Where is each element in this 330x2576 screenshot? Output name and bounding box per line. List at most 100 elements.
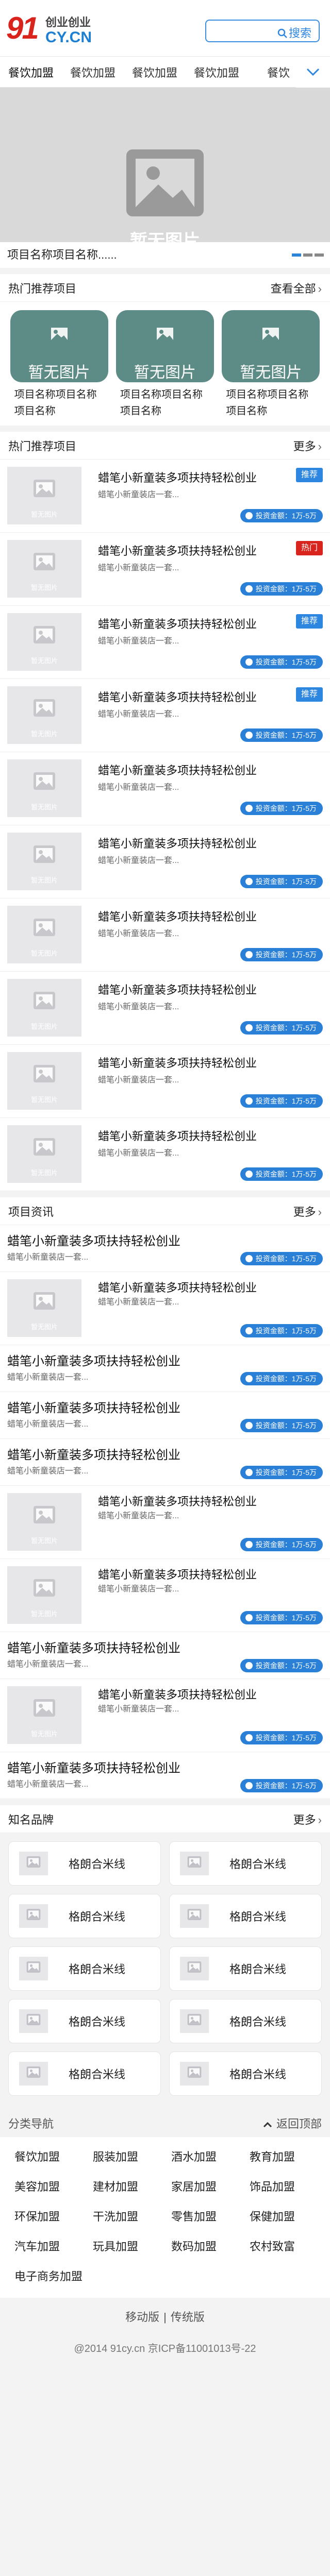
search-box[interactable]: 搜索 xyxy=(205,20,320,42)
category-nav-link[interactable]: 服装加盟 xyxy=(86,2142,164,2172)
news-list: 蜡笔小新童装多项扶持轻松创业 蜡笔小新童装店一套... 投资金额：1万-5万 暂… xyxy=(0,1225,330,1799)
hot-project-card[interactable]: 暂无图片 项目名称项目名称项目名称 xyxy=(10,310,108,419)
news-item[interactable]: 蜡笔小新童装多项扶持轻松创业 蜡笔小新童装店一套... 投资金额：1万-5万 xyxy=(0,1632,330,1679)
brand-card[interactable]: 格朗合米线 xyxy=(169,2052,322,2096)
brand-name: 格朗合米线 xyxy=(69,1858,126,1871)
category-tab[interactable]: 餐饮加盟 xyxy=(186,64,248,80)
money-icon xyxy=(245,585,253,592)
more-arrow-icon: › xyxy=(318,1205,322,1218)
image-placeholder-icon xyxy=(187,2066,202,2078)
category-tab[interactable]: 餐饮加盟 xyxy=(124,64,186,80)
category-nav-link[interactable]: 干洗加盟 xyxy=(86,2202,164,2232)
brand-card[interactable]: 格朗合米线 xyxy=(169,1841,322,1886)
news-title: 蜡笔小新童装多项扶持轻松创业 xyxy=(98,1281,257,1294)
brand-name: 格朗合米线 xyxy=(69,1910,126,1923)
project-list-item[interactable]: 暂无图片 蜡笔小新童装多项扶持轻松创业 推荐 蜡笔小新童装店一套... 投资金额… xyxy=(0,679,330,752)
investment-tag: 投资金额：1万-5万 xyxy=(240,1167,323,1181)
money-icon xyxy=(245,1614,253,1621)
category-nav-link[interactable]: 家居加盟 xyxy=(164,2172,242,2202)
project-description: 蜡笔小新童装店一套... xyxy=(98,783,179,792)
hot-more-link[interactable]: 查看全部 › xyxy=(271,280,322,296)
category-nav-link[interactable]: 建材加盟 xyxy=(86,2172,164,2202)
project-list-item[interactable]: 暂无图片 蜡笔小新童装多项扶持轻松创业 蜡笔小新童装店一套... 投资金额：1万… xyxy=(0,752,330,825)
project-list-item[interactable]: 暂无图片 蜡笔小新童装多项扶持轻松创业 蜡笔小新童装店一套... 投资金额：1万… xyxy=(0,972,330,1045)
logo[interactable]: 91 创业创业 CY.CN xyxy=(6,7,104,50)
category-tab[interactable]: 餐饮加盟 xyxy=(0,64,62,80)
category-nav-link[interactable]: 环保加盟 xyxy=(7,2202,86,2232)
brands-more-link[interactable]: 更多 › xyxy=(293,1811,322,1827)
project-list-item[interactable]: 暂无图片 蜡笔小新童装多项扶持轻松创业 推荐 蜡笔小新童装店一套... 投资金额… xyxy=(0,460,330,533)
category-nav-link[interactable]: 教育加盟 xyxy=(242,2142,321,2172)
news-item[interactable]: 暂无图片 蜡笔小新童装多项扶持轻松创业 蜡笔小新童装店一套... 投资金额：1万… xyxy=(0,1486,330,1559)
news-section: 项目资讯 更多 › 蜡笔小新童装多项扶持轻松创业 蜡笔小新童装店一套... 投资金… xyxy=(0,1197,330,1799)
money-icon xyxy=(245,1662,253,1669)
project-list-item[interactable]: 暂无图片 蜡笔小新童装多项扶持轻松创业 蜡笔小新童装店一套... 投资金额：1万… xyxy=(0,1118,330,1191)
news-item[interactable]: 暂无图片 蜡笔小新童装多项扶持轻松创业 蜡笔小新童装店一套... 投资金额：1万… xyxy=(0,1272,330,1345)
back-to-top-button[interactable]: 返回顶部 xyxy=(263,2115,322,2131)
brand-card[interactable]: 格朗合米线 xyxy=(8,2052,161,2096)
carousel-dot[interactable] xyxy=(315,253,324,257)
brand-card[interactable]: 格朗合米线 xyxy=(169,1999,322,2043)
news-item[interactable]: 蜡笔小新童装多项扶持轻松创业 蜡笔小新童装店一套... 投资金额：1万-5万 xyxy=(0,1439,330,1486)
news-item[interactable]: 暂无图片 蜡笔小新童装多项扶持轻松创业 蜡笔小新童装店一套... 投资金额：1万… xyxy=(0,1559,330,1632)
category-nav-link[interactable]: 汽车加盟 xyxy=(7,2232,86,2262)
classic-version-link[interactable]: 传统版 xyxy=(171,2311,205,2324)
category-nav-link[interactable]: 数码加盟 xyxy=(164,2232,242,2262)
category-expand-button[interactable] xyxy=(296,57,330,88)
hot-project-card[interactable]: 暂无图片 项目名称项目名称项目名称 xyxy=(222,310,320,419)
news-item[interactable]: 蜡笔小新童装多项扶持轻松创业 蜡笔小新童装店一套... 投资金额：1万-5万 xyxy=(0,1345,330,1392)
money-icon xyxy=(245,1734,253,1741)
banner-carousel[interactable]: 暂无图片 xyxy=(0,88,330,242)
mobile-version-link[interactable]: 移动版 xyxy=(125,2311,159,2324)
search-button[interactable]: 搜索 xyxy=(277,24,311,41)
news-item[interactable]: 蜡笔小新童装多项扶持轻松创业 蜡笔小新童装店一套... 投资金额：1万-5万 xyxy=(0,1752,330,1799)
more-arrow-icon: › xyxy=(318,282,322,295)
news-description: 蜡笔小新童装店一套... xyxy=(98,1705,179,1714)
category-nav-link[interactable]: 酒水加盟 xyxy=(164,2142,242,2172)
investment-tag: 投资金额：1万-5万 xyxy=(240,1659,323,1672)
brand-card[interactable]: 格朗合米线 xyxy=(8,1894,161,1938)
money-icon xyxy=(245,512,253,519)
brand-logo xyxy=(19,1904,48,1928)
project-list-item[interactable]: 暂无图片 蜡笔小新童装多项扶持轻松创业 蜡笔小新童装店一套... 投资金额：1万… xyxy=(0,899,330,972)
category-nav-link[interactable]: 饰品加盟 xyxy=(242,2172,321,2202)
image-placeholder-icon xyxy=(34,1138,55,1156)
brand-card[interactable]: 格朗合米线 xyxy=(8,1946,161,1991)
investment-amount: 投资金额：1万-5万 xyxy=(255,1024,317,1032)
project-list-item[interactable]: 暂无图片 蜡笔小新童装多项扶持轻松创业 推荐 蜡笔小新童装店一套... 投资金额… xyxy=(0,606,330,679)
news-item[interactable]: 暂无图片 蜡笔小新童装多项扶持轻松创业 蜡笔小新童装店一套... 投资金额：1万… xyxy=(0,1679,330,1752)
category-nav-link[interactable]: 电子商务加盟 xyxy=(7,2262,121,2292)
category-nav-link[interactable]: 农村致富 xyxy=(242,2232,321,2262)
thumbnail-text: 暂无图片 xyxy=(30,1610,58,1618)
category-nav-link[interactable]: 餐饮加盟 xyxy=(7,2142,86,2172)
category-nav-link[interactable]: 保健加盟 xyxy=(242,2202,321,2232)
carousel-dot[interactable] xyxy=(292,253,301,257)
news-more-link[interactable]: 更多 › xyxy=(293,1203,322,1219)
image-placeholder-icon xyxy=(34,1579,55,1597)
logo-tagline: 创业创业 xyxy=(45,16,91,29)
news-item[interactable]: 蜡笔小新童装多项扶持轻松创业 蜡笔小新童装店一套... 投资金额：1万-5万 xyxy=(0,1225,330,1272)
hot-title: 热门推荐项目 xyxy=(8,282,77,295)
hot-project-card[interactable]: 暂无图片 项目名称项目名称项目名称 xyxy=(116,310,214,419)
image-placeholder-icon xyxy=(26,1909,41,1920)
recommend-more-link[interactable]: 更多 › xyxy=(293,437,322,454)
project-list-item[interactable]: 暂无图片 蜡笔小新童装多项扶持轻松创业 蜡笔小新童装店一套... 投资金额：1万… xyxy=(0,1045,330,1118)
investment-amount: 投资金额：1万-5万 xyxy=(255,585,317,593)
investment-tag: 投资金额：1万-5万 xyxy=(240,582,323,596)
category-nav-link[interactable]: 玩具加盟 xyxy=(86,2232,164,2262)
category-nav-link[interactable]: 美容加盟 xyxy=(7,2172,86,2202)
category-tab[interactable]: 餐饮加盟 xyxy=(62,64,124,80)
news-info: 蜡笔小新童装多项扶持轻松创业 蜡笔小新童装店一套... 投资金额：1万-5万 xyxy=(98,1493,323,1551)
news-item[interactable]: 蜡笔小新童装多项扶持轻松创业 蜡笔小新童装店一套... 投资金额：1万-5万 xyxy=(0,1392,330,1439)
brand-card[interactable]: 格朗合米线 xyxy=(8,1841,161,1886)
brand-card[interactable]: 格朗合米线 xyxy=(169,1946,322,1991)
project-list-item[interactable]: 暂无图片 蜡笔小新童装多项扶持轻松创业 热门 蜡笔小新童装店一套... 投资金额… xyxy=(0,533,330,606)
carousel-dot[interactable] xyxy=(303,253,312,257)
brand-name: 格朗合米线 xyxy=(229,1858,287,1871)
brand-card[interactable]: 格朗合米线 xyxy=(169,1894,322,1938)
hot-project-image-text: 暂无图片 xyxy=(240,364,302,381)
thumbnail-text: 暂无图片 xyxy=(30,511,58,518)
category-nav-link[interactable]: 零售加盟 xyxy=(164,2202,242,2232)
project-list-item[interactable]: 暂无图片 蜡笔小新童装多项扶持轻松创业 蜡笔小新童装店一套... 投资金额：1万… xyxy=(0,825,330,899)
brand-card[interactable]: 格朗合米线 xyxy=(8,1999,161,2043)
